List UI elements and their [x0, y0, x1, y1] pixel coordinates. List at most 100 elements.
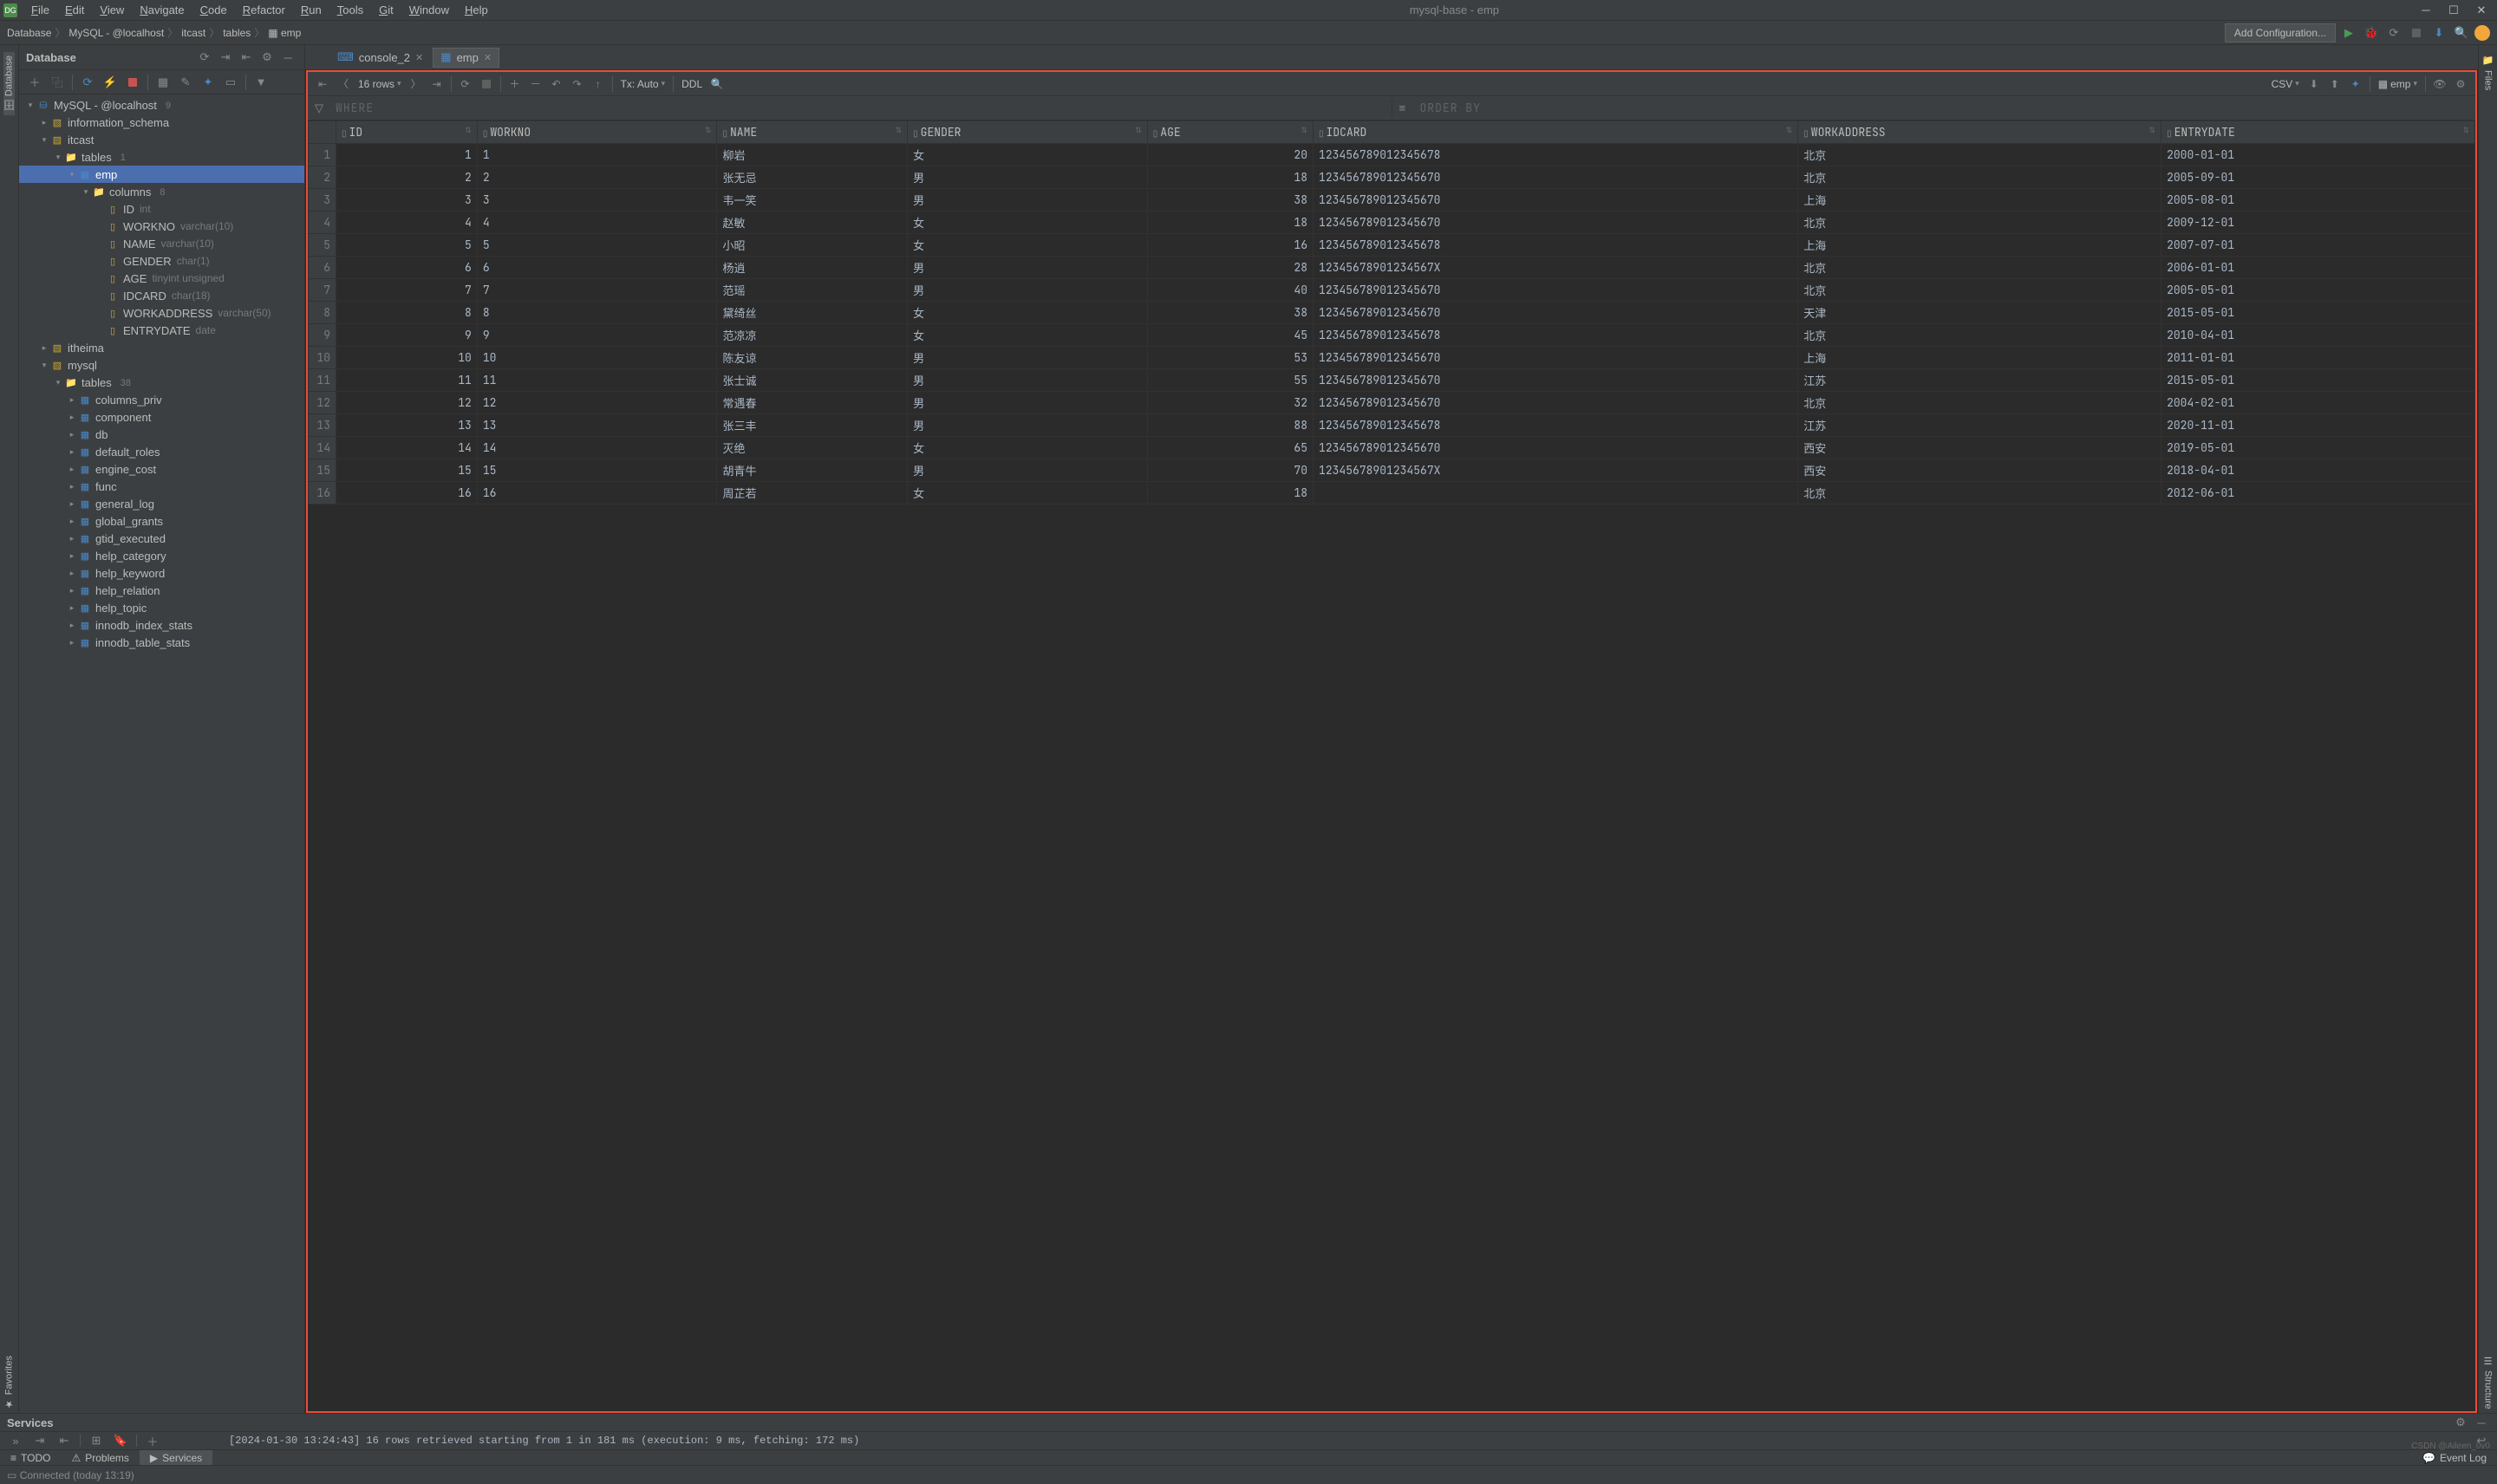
cell-idcard[interactable]: 123456789012345678 — [1314, 324, 1798, 347]
table-row[interactable]: 121212常遇春男32123456789012345670北京2004-02-… — [309, 392, 2475, 414]
cell-workno[interactable]: 7 — [477, 279, 717, 302]
cell-name[interactable]: 范瑶 — [717, 279, 908, 302]
tree-column-WORKNO[interactable]: ▯WORKNOvarchar(10) — [19, 218, 304, 235]
cell-workno[interactable]: 10 — [477, 347, 717, 369]
view-diagram-icon[interactable]: ✦ — [198, 72, 218, 93]
cell-idcard[interactable]: 12345678901234567X — [1314, 459, 1798, 482]
cell-age[interactable]: 55 — [1147, 369, 1313, 392]
table-row[interactable]: 161616周芷若女18北京2012-06-01 — [309, 482, 2475, 504]
avatar[interactable] — [2474, 25, 2490, 41]
tab-console_2[interactable]: ⌨console_2✕ — [329, 48, 431, 68]
cell-idcard[interactable] — [1314, 482, 1798, 504]
tree-table[interactable]: ▸▦help_category — [19, 547, 304, 564]
tree-column-NAME[interactable]: ▯NAMEvarchar(10) — [19, 235, 304, 252]
tree-table[interactable]: ▸▦innodb_index_stats — [19, 616, 304, 634]
filter-icon[interactable]: ▼ — [251, 72, 271, 93]
run-with-icon[interactable]: ⟳ — [2384, 23, 2403, 42]
cell-workno[interactable]: 9 — [477, 324, 717, 347]
cell-id[interactable]: 11 — [336, 369, 478, 392]
table-row[interactable]: 333韦一笑男38123456789012345670上海2005-08-01 — [309, 189, 2475, 212]
tree-table[interactable]: ▸▦component — [19, 408, 304, 426]
cell-id[interactable]: 9 — [336, 324, 478, 347]
cell-workaddress[interactable]: 上海 — [1798, 347, 2161, 369]
cell-workno[interactable]: 12 — [477, 392, 717, 414]
tree-table[interactable]: ▸▦help_keyword — [19, 564, 304, 582]
cell-id[interactable]: 5 — [336, 234, 478, 257]
menu-edit[interactable]: Edit — [58, 2, 91, 18]
search-icon[interactable]: 🔍 — [2452, 23, 2471, 42]
services-bookmark-icon[interactable]: 🔖 — [112, 1432, 129, 1449]
cell-name[interactable]: 张士诚 — [717, 369, 908, 392]
tab-problems[interactable]: ⚠ Problems — [61, 1450, 139, 1465]
cell-workno[interactable]: 3 — [477, 189, 717, 212]
cell-id[interactable]: 1 — [336, 144, 478, 166]
menu-view[interactable]: View — [93, 2, 131, 18]
duplicate-icon[interactable]: ⿻ — [47, 72, 68, 93]
tree-column-ENTRYDATE[interactable]: ▯ENTRYDATEdate — [19, 322, 304, 339]
cell-id[interactable]: 7 — [336, 279, 478, 302]
cell-gender[interactable]: 男 — [908, 459, 1148, 482]
cell-idcard[interactable]: 123456789012345670 — [1314, 212, 1798, 234]
cell-idcard[interactable]: 123456789012345678 — [1314, 414, 1798, 437]
menu-file[interactable]: File — [24, 2, 56, 18]
cell-name[interactable]: 范凉凉 — [717, 324, 908, 347]
cell-gender[interactable]: 女 — [908, 437, 1148, 459]
services-group-icon[interactable]: ⊞ — [88, 1432, 105, 1449]
prev-page-icon[interactable]: 〈 — [334, 75, 353, 94]
import-icon[interactable]: ✦ — [2346, 75, 2365, 94]
services-add-icon[interactable]: ＋ — [144, 1432, 161, 1449]
tree-table[interactable]: ▸▦innodb_table_stats — [19, 634, 304, 651]
cell-workaddress[interactable]: 北京 — [1798, 324, 2161, 347]
services-tree-icon[interactable]: ⇥ — [31, 1432, 49, 1449]
tree-table[interactable]: ▸▦global_grants — [19, 512, 304, 530]
sync-icon[interactable]: ⟳ — [77, 72, 98, 93]
collapse-icon[interactable]: ⇥ — [216, 48, 235, 67]
menu-code[interactable]: Code — [193, 2, 234, 18]
menu-run[interactable]: Run — [294, 2, 329, 18]
close-tab-icon[interactable]: ✕ — [484, 52, 492, 63]
cell-workaddress[interactable]: 北京 — [1798, 392, 2161, 414]
remove-row-icon[interactable]: － — [526, 75, 545, 94]
cell-id[interactable]: 10 — [336, 347, 478, 369]
tree-column-GENDER[interactable]: ▯GENDERchar(1) — [19, 252, 304, 270]
table-row[interactable]: 111柳岩女20123456789012345678北京2000-01-01 — [309, 144, 2475, 166]
breadcrumb-item[interactable]: itcast — [181, 27, 205, 39]
cell-age[interactable]: 38 — [1147, 189, 1313, 212]
gutter-database[interactable]: 🗄 Database — [3, 52, 15, 115]
commit-icon[interactable]: ↷ — [568, 75, 587, 94]
tab-todo[interactable]: ≡ TODO — [0, 1450, 61, 1465]
table-row[interactable]: 151515胡青牛男7012345678901234567X西安2018-04-… — [309, 459, 2475, 482]
tree-table[interactable]: ▸▦gtid_executed — [19, 530, 304, 547]
cell-name[interactable]: 黛绮丝 — [717, 302, 908, 324]
breadcrumb-item[interactable]: tables — [223, 27, 251, 39]
cell-age[interactable]: 70 — [1147, 459, 1313, 482]
tree-table[interactable]: ▸▦general_log — [19, 495, 304, 512]
cell-age[interactable]: 45 — [1147, 324, 1313, 347]
tree-column-WORKADDRESS[interactable]: ▯WORKADDRESSvarchar(50) — [19, 304, 304, 322]
cell-entrydate[interactable]: 2018-04-01 — [2161, 459, 2475, 482]
add-configuration-button[interactable]: Add Configuration... — [2225, 23, 2336, 42]
cell-workno[interactable]: 13 — [477, 414, 717, 437]
cell-age[interactable]: 16 — [1147, 234, 1313, 257]
liquibase-icon[interactable]: ⚡ — [100, 72, 121, 93]
rownum-header[interactable] — [309, 121, 336, 144]
cell-workaddress[interactable]: 江苏 — [1798, 369, 2161, 392]
cell-name[interactable]: 张三丰 — [717, 414, 908, 437]
cell-workaddress[interactable]: 北京 — [1798, 257, 2161, 279]
table-row[interactable]: 777范瑶男40123456789012345670北京2005-05-01 — [309, 279, 2475, 302]
expand-icon[interactable]: ⇤ — [237, 48, 256, 67]
add-datasource-icon[interactable]: ＋ — [24, 72, 45, 93]
cell-age[interactable]: 40 — [1147, 279, 1313, 302]
cell-entrydate[interactable]: 2005-08-01 — [2161, 189, 2475, 212]
tree-table[interactable]: ▸▦help_relation — [19, 582, 304, 599]
cell-gender[interactable]: 女 — [908, 144, 1148, 166]
stop-icon[interactable] — [2407, 23, 2426, 42]
cell-workaddress[interactable]: 北京 — [1798, 279, 2161, 302]
cell-entrydate[interactable]: 2005-05-01 — [2161, 279, 2475, 302]
cell-id[interactable]: 2 — [336, 166, 478, 189]
tree-table[interactable]: ▸▦default_roles — [19, 443, 304, 460]
cell-entrydate[interactable]: 2004-02-01 — [2161, 392, 2475, 414]
cell-entrydate[interactable]: 2015-05-01 — [2161, 369, 2475, 392]
cell-workno[interactable]: 1 — [477, 144, 717, 166]
tree-schema-mysql[interactable]: ▾▧mysql — [19, 356, 304, 374]
